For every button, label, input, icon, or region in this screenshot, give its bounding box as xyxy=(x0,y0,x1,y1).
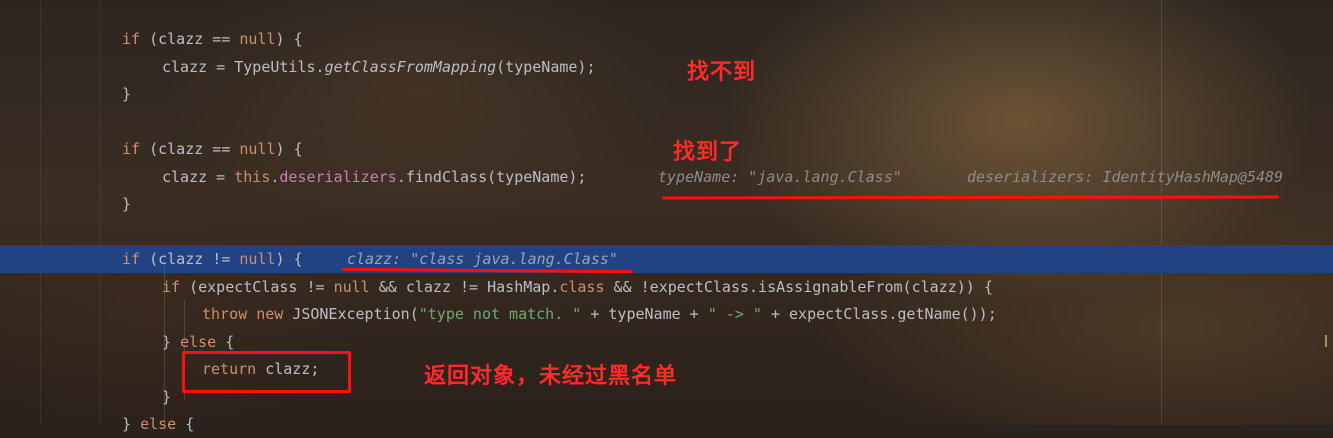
gutter-divider xyxy=(40,0,41,425)
right-margin-guide xyxy=(1161,0,1162,425)
code-line-6[interactable]: } xyxy=(122,190,131,218)
annotation-returned-no-blacklist: 返回对象，未经过黑名单 xyxy=(424,364,678,389)
scroll-marker xyxy=(1325,335,1331,347)
annotation-box-return xyxy=(182,351,351,393)
debug-hint-typename: typeName: "java.lang.Class" xyxy=(658,168,902,186)
code-line-13[interactable]: } else { xyxy=(122,410,194,438)
code-line-8[interactable]: if (expectClass != null && clazz != Hash… xyxy=(162,273,993,301)
code-line-9[interactable]: throw new JSONException("type not match.… xyxy=(202,300,997,328)
code-line-7[interactable]: if (clazz != null) { xyxy=(122,245,303,273)
code-line-2[interactable]: clazz = TypeUtils.getClassFromMapping(ty… xyxy=(162,53,596,81)
code-line-3[interactable]: } xyxy=(122,80,131,108)
code-line-12[interactable]: } xyxy=(162,383,171,411)
annotation-not-found: 找不到 xyxy=(687,60,757,85)
debug-hint-deserializers: deserializers: IdentityHashMap@5489 xyxy=(967,168,1284,186)
code-line-5[interactable]: clazz = this.deserializers.findClass(typ… xyxy=(162,163,586,191)
annotation-found: 找到了 xyxy=(673,140,743,165)
gutter-divider xyxy=(100,0,101,425)
code-line-1[interactable]: if (clazz == null) { xyxy=(122,25,303,53)
code-line-4[interactable]: if (clazz == null) { xyxy=(122,135,303,163)
